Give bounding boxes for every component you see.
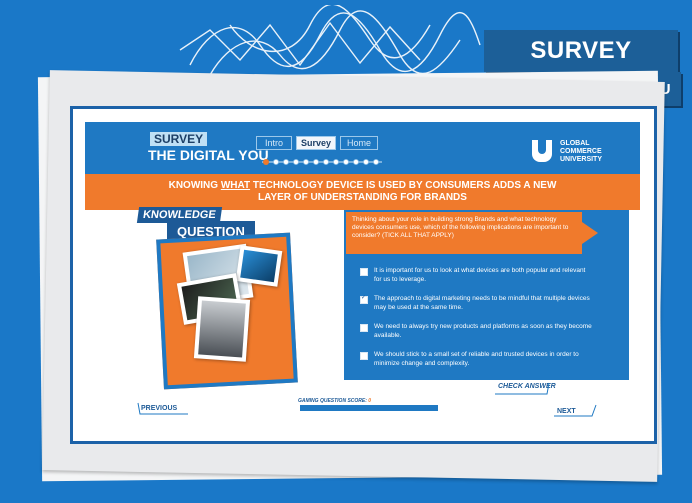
logo-survey: SURVEY [150, 132, 208, 146]
tablet-photo [235, 245, 283, 287]
scribble-decoration [179, 5, 481, 76]
check-answer-underline [495, 382, 550, 395]
tab-home[interactable]: Home [340, 136, 378, 150]
gcu-logo-icon [532, 140, 552, 162]
previous-underline [137, 402, 188, 415]
survey-banner: SURVEY [484, 30, 678, 72]
score-label: GAMING QUESTION SCORE: 0 [298, 398, 372, 404]
gcu-logo-text: GLOBAL COMMERCE UNIVERSITY [560, 140, 603, 163]
checkbox-2[interactable] [360, 294, 368, 304]
option-4[interactable]: We should stick to a small set of reliab… [360, 350, 610, 368]
question-text: Thinking about your role in building str… [346, 212, 598, 254]
option-3[interactable]: We need to always try new products and p… [360, 322, 610, 340]
tab-intro[interactable]: Intro [256, 136, 292, 150]
checkbox-4[interactable] [360, 352, 368, 360]
next-underline [554, 404, 597, 417]
option-1[interactable]: It is important for us to look at what d… [360, 266, 610, 284]
logo-digital-you: THE DIGITAL YOU [148, 147, 269, 163]
device-photo [193, 296, 251, 362]
headline-text: KNOWING WHAT TECHNOLOGY DEVICE IS USED B… [168, 180, 557, 203]
option-2[interactable]: The approach to digital marketing needs … [360, 294, 610, 312]
progress-dots [262, 159, 382, 165]
tab-survey[interactable]: Survey [296, 136, 336, 150]
checkbox-3[interactable] [360, 324, 368, 332]
score-value: 0 [368, 398, 372, 404]
headline-bar: KNOWING WHAT TECHNOLOGY DEVICE IS USED B… [85, 174, 640, 210]
score-bar [300, 405, 438, 411]
checkbox-1[interactable] [360, 268, 368, 276]
